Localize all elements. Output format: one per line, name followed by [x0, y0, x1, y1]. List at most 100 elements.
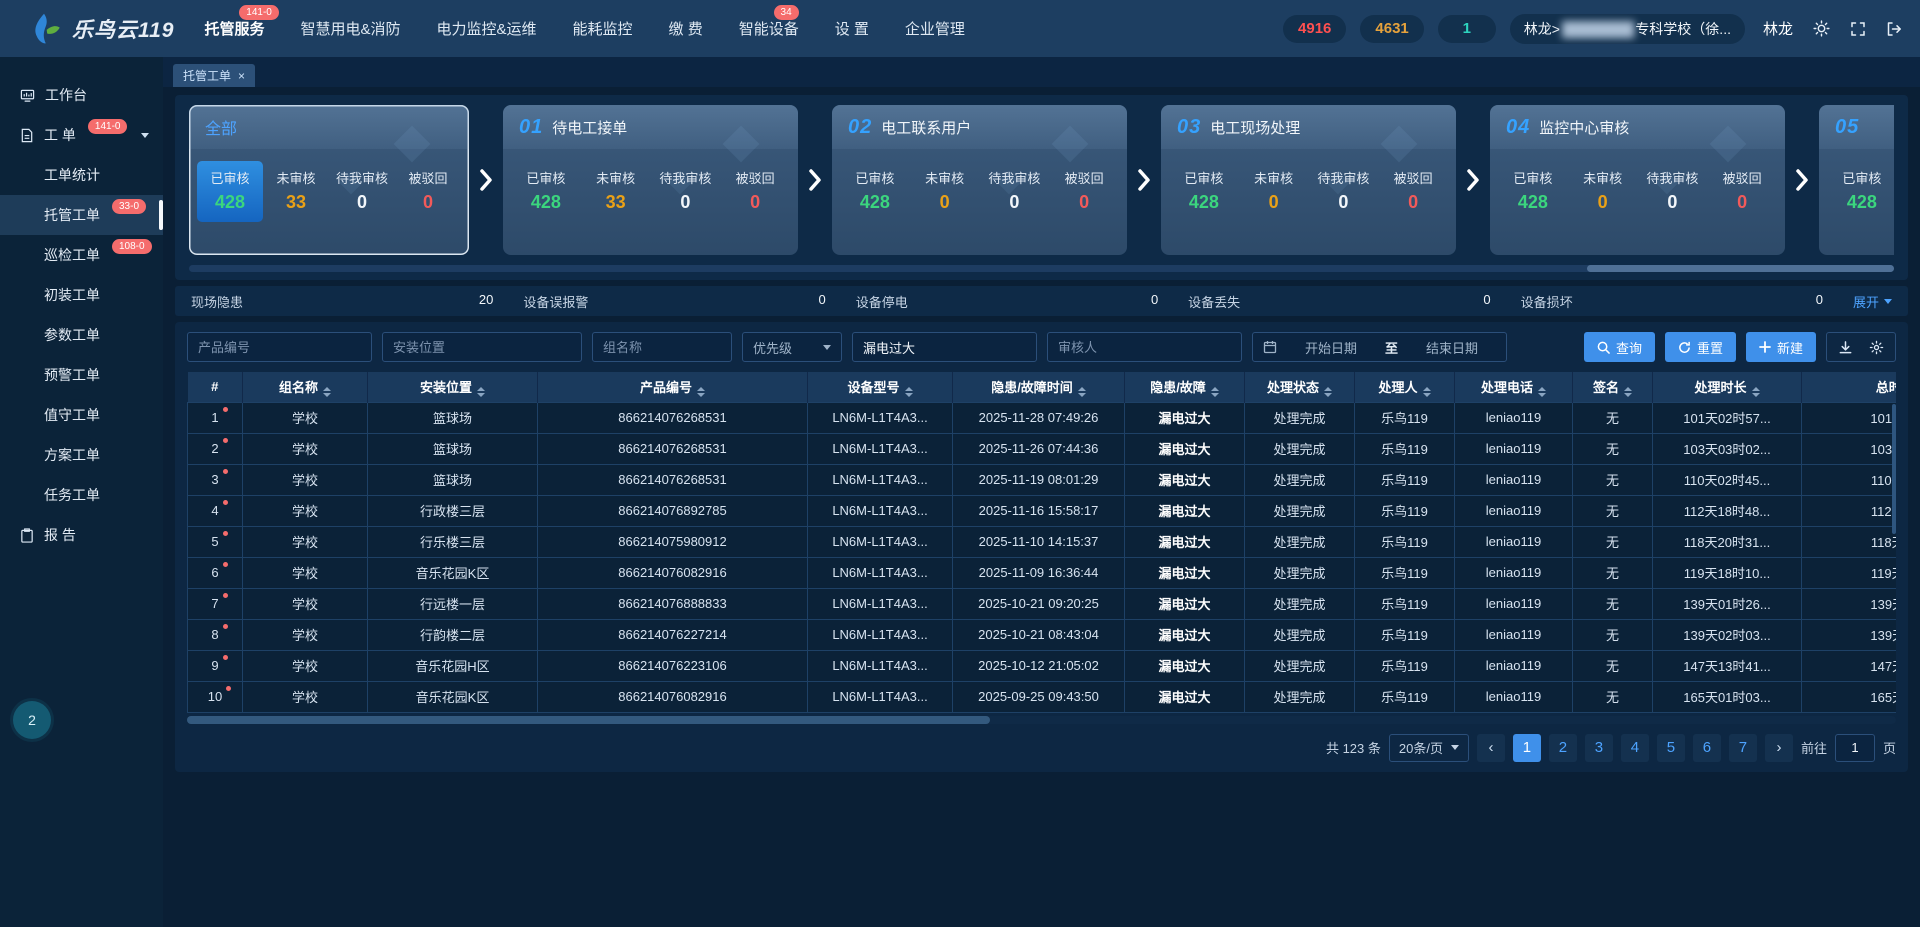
top-nav-item[interactable]: 电力监控&运维	[437, 18, 537, 39]
stat-tab-已审核[interactable]: 已审核428	[511, 161, 581, 222]
expand-toggle[interactable]: 展开	[1853, 292, 1892, 311]
alarm-counter-pill[interactable]: 4631	[1360, 15, 1423, 43]
alarm-counter-pill[interactable]: 4916	[1283, 15, 1346, 43]
column-header-签名[interactable]: 签名	[1573, 372, 1653, 402]
page-button-7[interactable]: 7	[1729, 734, 1757, 762]
download-icon[interactable]	[1838, 340, 1853, 355]
sidebar-item-预警工单[interactable]: 预警工单	[0, 355, 163, 395]
table-row[interactable]: 6学校音乐花园K区866214076082916LN6M-L1T4A3...20…	[188, 557, 1897, 588]
sidebar-item-托管工单[interactable]: 托管工单33-0	[0, 195, 163, 235]
column-header-隐患/故障[interactable]: 隐患/故障	[1125, 372, 1245, 402]
sidebar-item-工单[interactable]: 工 单141-0	[0, 115, 163, 155]
product-no-input[interactable]	[187, 332, 372, 362]
column-header-安装位置[interactable]: 安装位置	[368, 372, 538, 402]
reviewer-input[interactable]	[1047, 332, 1242, 362]
page-button-1[interactable]: 1	[1513, 734, 1541, 762]
top-nav-item[interactable]: 智能设备34	[739, 18, 799, 39]
column-header-隐患/故障时间[interactable]: 隐患/故障时间	[953, 372, 1125, 402]
stat-tab-未审核[interactable]: 未审核0	[1239, 161, 1309, 222]
issue-type-input[interactable]	[852, 332, 1037, 362]
table-scrollbar-thumb[interactable]	[187, 716, 990, 724]
table-horizontal-scrollbar[interactable]	[187, 716, 1896, 724]
column-header-#[interactable]: #	[188, 372, 243, 402]
top-nav-item[interactable]: 能耗监控	[573, 18, 633, 39]
stat-tab-被驳回[interactable]: 被驳回0	[720, 161, 790, 222]
page-size-select[interactable]: 20条/页	[1389, 734, 1469, 762]
tab-tuoguan-gongdan[interactable]: 托管工单 ×	[173, 64, 255, 87]
sidebar-item-报告[interactable]: 报 告	[0, 515, 163, 555]
sidebar-item-参数工单[interactable]: 参数工单	[0, 315, 163, 355]
stat-tab-未审核[interactable]: 未审核0	[910, 161, 980, 222]
stat-tab-待我审核[interactable]: 待我审核0	[651, 161, 721, 222]
logout-icon[interactable]	[1886, 21, 1902, 37]
group-name-input[interactable]	[592, 332, 732, 362]
theme-icon[interactable]	[1813, 20, 1830, 37]
top-nav-item[interactable]: 设 置	[835, 18, 869, 39]
stat-tab-已审核[interactable]: 已审核428	[1827, 161, 1894, 222]
sidebar-item-巡检工单[interactable]: 巡检工单108-0	[0, 235, 163, 275]
stat-tab-被驳回[interactable]: 被驳回0	[1378, 161, 1448, 222]
top-nav-item[interactable]: 托管服务141-0	[204, 18, 264, 39]
table-row[interactable]: 4学校行政楼三层866214076892785LN6M-L1T4A3...202…	[188, 495, 1897, 526]
sidebar-item-方案工单[interactable]: 方案工单	[0, 435, 163, 475]
column-header-设备型号[interactable]: 设备型号	[808, 372, 953, 402]
column-header-处理状态[interactable]: 处理状态	[1245, 372, 1355, 402]
workflow-card-02[interactable]: 02电工联系用户已审核428未审核0待我审核0被驳回0	[832, 105, 1127, 255]
stat-tab-未审核[interactable]: 未审核33	[263, 161, 329, 222]
next-page-button[interactable]: ›	[1765, 734, 1793, 762]
goto-page-input[interactable]	[1835, 734, 1875, 762]
stat-tab-已审核[interactable]: 已审核428	[1169, 161, 1239, 222]
top-nav-item[interactable]: 缴 费	[669, 18, 703, 39]
create-button[interactable]: 新建	[1746, 332, 1816, 362]
page-button-6[interactable]: 6	[1693, 734, 1721, 762]
stat-tab-待我审核[interactable]: 待我审核0	[1638, 161, 1708, 222]
workflow-card-03[interactable]: 03电工现场处理已审核428未审核0待我审核0被驳回0	[1161, 105, 1456, 255]
reset-button[interactable]: 重置	[1665, 332, 1736, 362]
sidebar-item-初装工单[interactable]: 初装工单	[0, 275, 163, 315]
priority-select[interactable]: 优先级	[742, 332, 842, 362]
fullscreen-icon[interactable]	[1850, 21, 1866, 37]
table-row[interactable]: 5学校行乐楼三层866214075980912LN6M-L1T4A3...202…	[188, 526, 1897, 557]
top-nav-item[interactable]: 企业管理	[905, 18, 965, 39]
date-range-picker[interactable]: 开始日期 至 结束日期	[1252, 332, 1507, 362]
stat-tab-被驳回[interactable]: 被驳回0	[395, 161, 461, 222]
prev-page-button[interactable]: ‹	[1477, 734, 1505, 762]
stat-tab-被驳回[interactable]: 被驳回0	[1707, 161, 1777, 222]
workflow-card-05[interactable]: 05已审核428未审核0待我审核0被驳回0	[1819, 105, 1894, 255]
alarm-counter-pill[interactable]: 1	[1438, 15, 1496, 43]
stat-tab-待我审核[interactable]: 待我审核0	[980, 161, 1050, 222]
page-button-2[interactable]: 2	[1549, 734, 1577, 762]
table-row[interactable]: 10学校音乐花园K区866214076082916LN6M-L1T4A3...2…	[188, 681, 1897, 712]
sidebar-item-工作台[interactable]: 工作台	[0, 75, 163, 115]
gear-icon[interactable]	[1869, 340, 1884, 355]
sidebar-item-任务工单[interactable]: 任务工单	[0, 475, 163, 515]
workflow-card-all[interactable]: 全部已审核428未审核33待我审核0被驳回0	[189, 105, 469, 255]
user-name[interactable]: 林龙	[1763, 18, 1793, 39]
page-button-3[interactable]: 3	[1585, 734, 1613, 762]
table-row[interactable]: 1学校篮球场866214076268531LN6M-L1T4A3...2025-…	[188, 402, 1897, 433]
stat-tab-已审核[interactable]: 已审核428	[840, 161, 910, 222]
column-header-处理时长[interactable]: 处理时长	[1653, 372, 1802, 402]
search-button[interactable]: 查询	[1584, 332, 1655, 362]
table-row[interactable]: 2学校篮球场866214076268531LN6M-L1T4A3...2025-…	[188, 433, 1897, 464]
workflow-card-01[interactable]: 01待电工接单已审核428未审核33待我审核0被驳回0	[503, 105, 798, 255]
table-row[interactable]: 7学校行远楼一层866214076888833LN6M-L1T4A3...202…	[188, 588, 1897, 619]
brand[interactable]: 乐鸟云119	[26, 11, 174, 47]
table-row[interactable]: 3学校篮球场866214076268531LN6M-L1T4A3...2025-…	[188, 464, 1897, 495]
cards-scrollbar[interactable]	[189, 265, 1894, 272]
stat-tab-已审核[interactable]: 已审核428	[197, 161, 263, 222]
page-button-4[interactable]: 4	[1621, 734, 1649, 762]
sidebar-item-值守工单[interactable]: 值守工单	[0, 395, 163, 435]
stat-tab-已审核[interactable]: 已审核428	[1498, 161, 1568, 222]
column-header-总时长[interactable]: 总时长	[1802, 372, 1897, 402]
stat-tab-待我审核[interactable]: 待我审核0	[329, 161, 395, 222]
stat-tab-被驳回[interactable]: 被驳回0	[1049, 161, 1119, 222]
table-row[interactable]: 8学校行韵楼二层866214076227214LN6M-L1T4A3...202…	[188, 619, 1897, 650]
account-selector[interactable]: 林龙>████████专科学校（徐...	[1510, 14, 1745, 44]
column-header-处理人[interactable]: 处理人	[1355, 372, 1455, 402]
close-icon[interactable]: ×	[238, 69, 245, 83]
stat-tab-未审核[interactable]: 未审核0	[1568, 161, 1638, 222]
stat-tab-待我审核[interactable]: 待我审核0	[1309, 161, 1379, 222]
top-nav-item[interactable]: 智慧用电&消防	[301, 18, 401, 39]
workflow-card-04[interactable]: 04监控中心审核已审核428未审核0待我审核0被驳回0	[1490, 105, 1785, 255]
